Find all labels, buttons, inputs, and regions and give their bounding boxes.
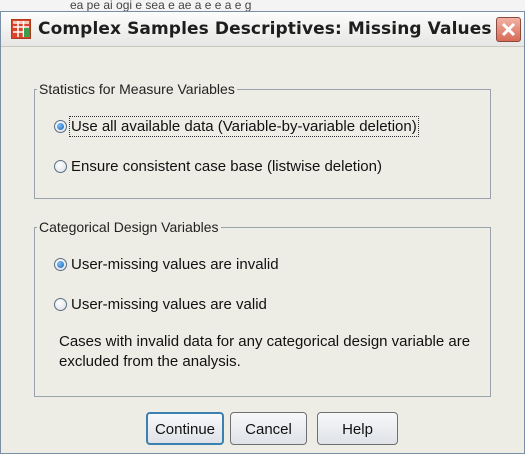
help-button[interactable]: Help xyxy=(317,412,398,445)
close-button[interactable] xyxy=(496,17,521,42)
radio-unselected-indicator[interactable] xyxy=(54,160,67,173)
title-bar[interactable]: Complex Samples Descriptives: Missing Va… xyxy=(1,12,524,47)
user-missing-valid-label: User-missing values are valid xyxy=(71,296,267,313)
background-caption-text: ea pe ai ogi e sea e ae a e e a e g xyxy=(0,0,525,11)
excluded-cases-note: Cases with invalid data for any categori… xyxy=(59,333,471,370)
spss-grid-icon xyxy=(11,19,31,39)
measure-variables-group-title: Statistics for Measure Variables xyxy=(39,81,235,97)
use-all-available-data-label: Use all available data (Variable-by-vari… xyxy=(69,116,419,137)
user-missing-invalid-radio[interactable]: User-missing values are invalid xyxy=(54,256,314,276)
user-missing-invalid-label: User-missing values are invalid xyxy=(71,256,279,273)
close-icon xyxy=(501,22,516,37)
cancel-button[interactable]: Cancel xyxy=(230,412,307,445)
dialog-title: Complex Samples Descriptives: Missing Va… xyxy=(38,19,492,39)
radio-unselected-indicator[interactable] xyxy=(54,298,67,311)
categorical-design-variables-group-title: Categorical Design Variables xyxy=(39,219,219,235)
user-missing-valid-radio[interactable]: User-missing values are valid xyxy=(54,296,304,316)
ensure-consistent-case-base-label: Ensure consistent case base (listwise de… xyxy=(71,158,382,175)
radio-selected-indicator[interactable] xyxy=(54,258,67,271)
continue-button[interactable]: Continue xyxy=(146,412,224,445)
use-all-available-data-radio[interactable]: Use all available data (Variable-by-vari… xyxy=(54,116,464,138)
missing-values-dialog: Complex Samples Descriptives: Missing Va… xyxy=(0,11,525,454)
radio-selected-indicator[interactable] xyxy=(54,120,67,133)
measure-variables-group: Statistics for Measure Variables xyxy=(34,81,491,199)
ensure-consistent-case-base-radio[interactable]: Ensure consistent case base (listwise de… xyxy=(54,158,434,178)
